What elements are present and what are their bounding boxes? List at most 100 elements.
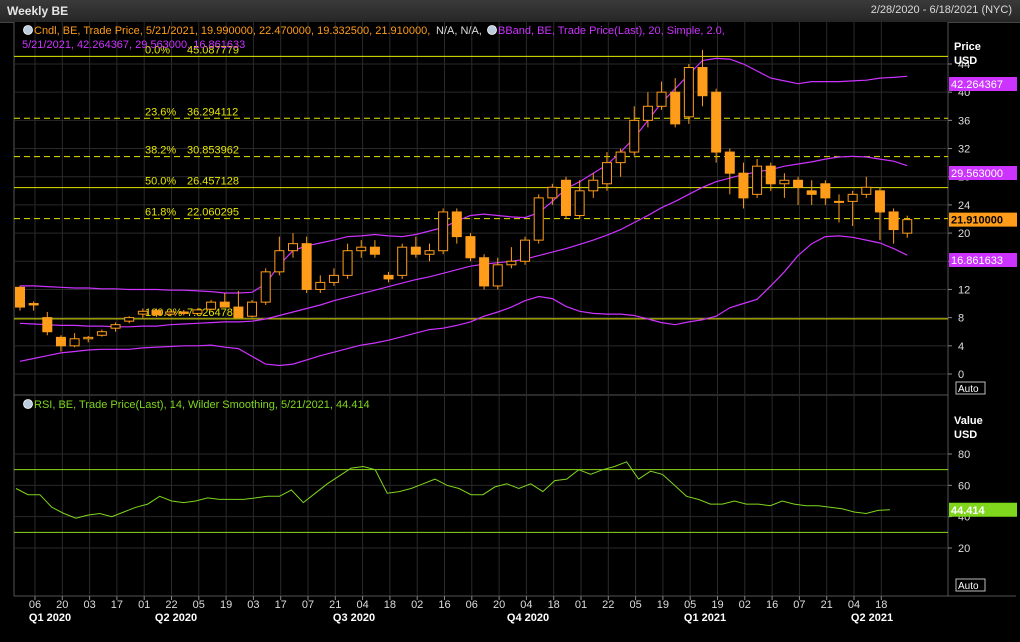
legend-toggle-icon[interactable] bbox=[23, 399, 33, 409]
candle-body bbox=[424, 250, 435, 255]
candle-body bbox=[301, 243, 312, 290]
candle-body bbox=[342, 250, 353, 276]
time-tick-label: 04 bbox=[848, 599, 860, 611]
time-tick-label: 19 bbox=[657, 599, 669, 611]
price-tick-label: 32 bbox=[958, 144, 970, 156]
time-tick-label: 22 bbox=[165, 599, 177, 611]
candle-body bbox=[260, 271, 271, 303]
candle-body bbox=[902, 219, 913, 234]
title-bar: Weekly BE 2/28/2020 - 6/18/2021 (NYC) bbox=[0, 0, 1020, 23]
bband-legend-text: BBand, BE, Trade Price(Last), 20, Simple… bbox=[498, 25, 725, 37]
price-tick-label: 4 bbox=[958, 341, 964, 353]
chart-window: Weekly BE 2/28/2020 - 6/18/2021 (NYC) 0.… bbox=[0, 0, 1020, 642]
price-axis-title: Price bbox=[954, 41, 981, 53]
candle bbox=[397, 243, 408, 279]
time-tick-label: 06 bbox=[29, 599, 41, 611]
candle-body bbox=[178, 311, 189, 314]
candle-body bbox=[642, 105, 653, 121]
candle-body bbox=[288, 243, 298, 252]
candle-body bbox=[601, 162, 612, 185]
fib-pct-label: 50.0% bbox=[145, 176, 176, 188]
candle-body bbox=[779, 179, 790, 185]
time-tick-label: 02 bbox=[411, 599, 423, 611]
candle-body bbox=[137, 310, 148, 315]
quarter-label: Q2 2020 bbox=[155, 612, 197, 624]
candle-body bbox=[219, 301, 230, 308]
fib-value-label: 30.853962 bbox=[187, 145, 239, 157]
candle-body bbox=[683, 67, 694, 118]
candle-body bbox=[356, 246, 367, 252]
time-tick-label: 01 bbox=[138, 599, 150, 611]
candle-body bbox=[834, 200, 844, 203]
badge-last-price: 21.910000 bbox=[951, 215, 1003, 227]
candle bbox=[561, 176, 571, 219]
candle-body bbox=[629, 119, 640, 153]
time-tick-label: 18 bbox=[875, 599, 887, 611]
rsi-panel-bg bbox=[14, 396, 948, 596]
candle-body bbox=[888, 211, 899, 231]
time-tick-label: 22 bbox=[602, 599, 614, 611]
candle-body bbox=[247, 301, 258, 317]
badge-bb-mid: 29.563000 bbox=[951, 168, 1003, 180]
rsi-tick-label: 20 bbox=[958, 543, 970, 555]
quarter-label: Q1 2020 bbox=[29, 612, 71, 624]
price-tick-label: 36 bbox=[958, 115, 970, 127]
legend-toggle-icon[interactable] bbox=[23, 25, 33, 35]
time-tick-label: 19 bbox=[220, 599, 232, 611]
fib-pct-label: 61.8% bbox=[145, 207, 176, 219]
rsi-axis-title: Value bbox=[954, 415, 983, 427]
candle-body bbox=[438, 211, 449, 252]
price-axis-unit: USD bbox=[954, 55, 977, 67]
candle-body bbox=[847, 193, 858, 202]
time-tick-label: 17 bbox=[111, 599, 123, 611]
candle-body bbox=[69, 338, 80, 347]
chart-canvas[interactable]: 0.0% 45.08777923.6% 36.29411238.2% 30.85396… bbox=[0, 22, 1020, 642]
time-tick-label: 07 bbox=[793, 599, 805, 611]
candle-body bbox=[479, 257, 490, 287]
rsi-legend-text: RSI, BE, Trade Price(Last), 14, Wilder S… bbox=[34, 399, 370, 411]
rsi-tick-label: 60 bbox=[958, 480, 970, 492]
price-auto-button[interactable]: Auto bbox=[955, 381, 986, 395]
rsi-auto-button[interactable]: Auto bbox=[955, 578, 986, 592]
time-tick-label: 18 bbox=[548, 599, 560, 611]
time-tick-label: 20 bbox=[493, 599, 505, 611]
candle bbox=[479, 254, 490, 290]
time-tick-label: 04 bbox=[356, 599, 368, 611]
price-tick-label: 12 bbox=[958, 284, 970, 296]
time-tick-label: 16 bbox=[438, 599, 450, 611]
candle-body bbox=[793, 179, 804, 188]
time-tick-label: 05 bbox=[684, 599, 696, 611]
candle bbox=[15, 285, 25, 311]
price-tick-label: 8 bbox=[958, 313, 964, 325]
candle bbox=[247, 300, 258, 318]
candle-body bbox=[588, 179, 599, 192]
fib-value-label: 36.294112 bbox=[187, 106, 238, 118]
candle bbox=[520, 236, 531, 265]
candle-body bbox=[861, 186, 872, 195]
quarter-label: Q1 2021 bbox=[684, 612, 726, 624]
candle-body bbox=[465, 236, 476, 259]
time-tick-label: 07 bbox=[302, 599, 314, 611]
candle bbox=[438, 208, 449, 255]
rsi-tick-label: 80 bbox=[958, 449, 970, 461]
candle-body bbox=[15, 286, 25, 308]
time-tick-label: 18 bbox=[384, 599, 396, 611]
candle-body bbox=[28, 303, 39, 306]
time-tick-label: 06 bbox=[466, 599, 478, 611]
candle-body bbox=[315, 281, 326, 290]
legend-toggle-icon[interactable] bbox=[487, 25, 497, 35]
fib-value-label: 22.060295 bbox=[187, 207, 239, 219]
candle bbox=[301, 236, 312, 293]
price-auto-label: Auto bbox=[958, 384, 979, 395]
candle-body bbox=[874, 190, 885, 213]
candle-body bbox=[820, 183, 831, 199]
candle-body bbox=[752, 165, 763, 195]
fib-pct-label: 23.6% bbox=[145, 106, 176, 118]
chart-title: Weekly BE bbox=[7, 4, 69, 18]
candle-body bbox=[547, 186, 558, 199]
badge-bb-upper: 42.264367 bbox=[951, 79, 1003, 91]
candle-body bbox=[192, 309, 203, 314]
quarter-label: Q3 2020 bbox=[333, 612, 375, 624]
candle-body bbox=[110, 324, 121, 329]
time-tick-label: 05 bbox=[629, 599, 641, 611]
